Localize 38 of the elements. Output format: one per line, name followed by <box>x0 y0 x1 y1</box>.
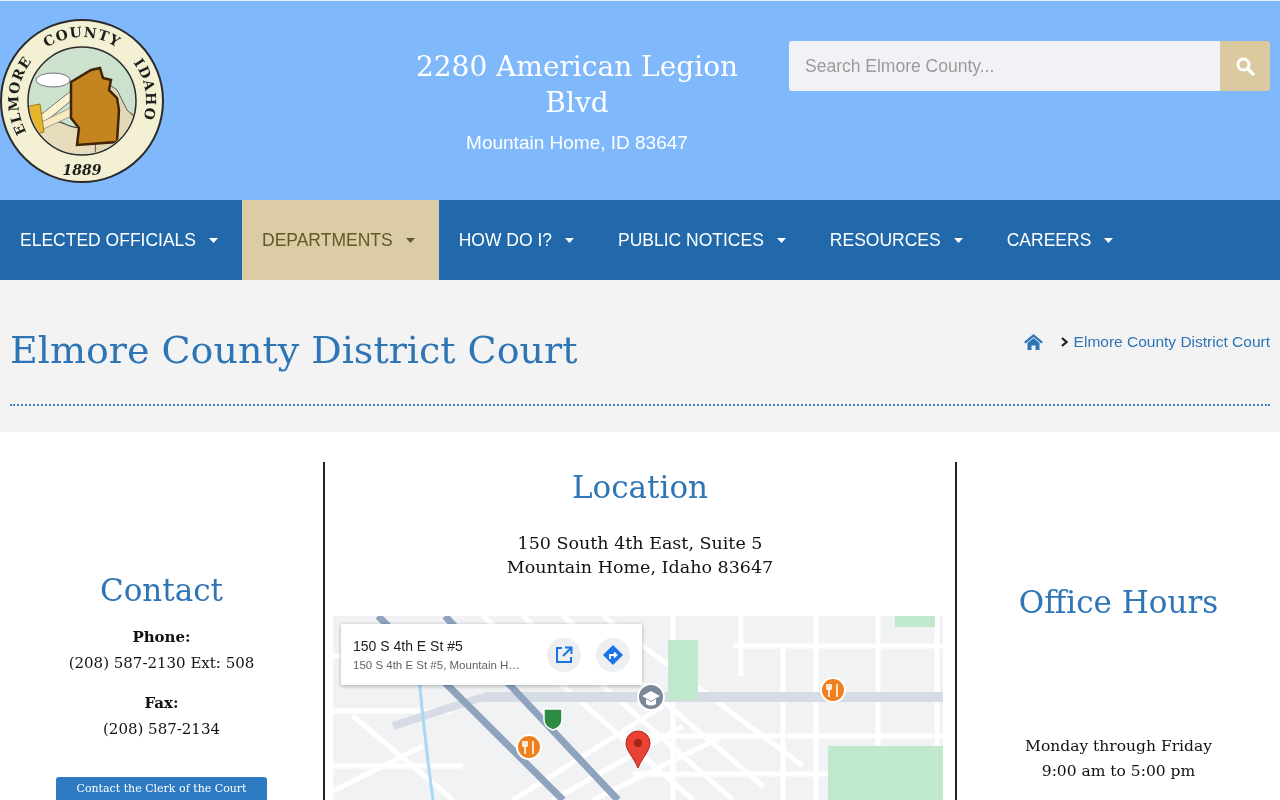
office-hours-heading: Office Hours <box>1017 583 1220 622</box>
seal-lettering: COUNTY <box>40 23 124 51</box>
header-city: Mountain Home, ID 83647 <box>465 131 689 155</box>
open-map-button[interactable] <box>547 637 581 672</box>
location-address-line: 150 South 4th East, Suite 5 <box>516 532 764 555</box>
office-hours-line: 9:00 am to 5:00 pm <box>1040 761 1197 782</box>
header-address: 2280 American Legion Blvd <box>414 49 740 121</box>
search-field[interactable]: Search Elmore County... <box>789 41 1220 91</box>
home-icon[interactable] <box>1023 334 1043 350</box>
place-title: 150 S 4th E St #5 <box>353 636 464 655</box>
search-icon <box>1235 56 1255 76</box>
external-link-icon <box>555 645 573 664</box>
chevron-icon <box>1060 337 1068 347</box>
place-address: 150 S 4th E St #5, Mountain H… <box>353 657 521 673</box>
park-area <box>668 640 698 700</box>
directions-button[interactable] <box>596 637 630 672</box>
location-heading: Location <box>570 468 710 507</box>
breadcrumb-link[interactable]: Elmore County District Court <box>1073 333 1270 351</box>
nav-menu-item[interactable]: ELECTED OFFICIALS <box>0 200 242 280</box>
nav-menu-item[interactable]: DEPARTMENTS <box>242 200 439 280</box>
contact-label: Phone: <box>131 627 192 648</box>
directions-icon <box>603 644 623 665</box>
nav-menu-item[interactable]: HOW DO I? <box>438 200 598 280</box>
page-title: Elmore County District Court <box>10 327 578 373</box>
park-area <box>895 616 935 627</box>
contact-value: (208) 587-2134 <box>102 719 221 740</box>
location-address-line: Mountain Home, Idaho 83647 <box>505 556 775 579</box>
nav-menu-item[interactable]: PUBLIC NOTICES <box>598 200 810 280</box>
location-pin-icon <box>625 730 651 769</box>
contact-label: Fax: <box>143 693 180 714</box>
highway-shield-icon <box>543 708 563 731</box>
nav-menu-item[interactable]: RESOURCES <box>809 200 987 280</box>
seal-year: 1889 <box>62 162 102 178</box>
nav-menu-item[interactable]: CAREERS <box>986 200 1138 280</box>
contact-heading: Contact <box>98 571 225 610</box>
office-hours-line: Monday through Friday <box>1024 736 1213 757</box>
contact-clerk-button[interactable]: Contact the Clerk of the Court <box>56 777 267 800</box>
contact-value: (208) 587-2130 Ext: 508 <box>67 653 256 674</box>
